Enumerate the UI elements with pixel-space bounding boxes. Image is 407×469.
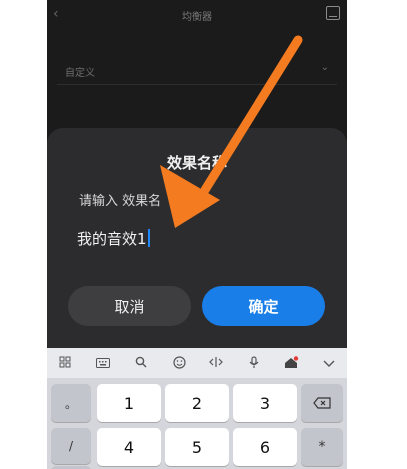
save-icon[interactable] xyxy=(326,6,340,20)
key-2[interactable]: 2 xyxy=(165,384,229,422)
cursor-icon[interactable] xyxy=(208,356,224,372)
key-6[interactable]: 6 xyxy=(233,428,297,466)
backspace-icon xyxy=(313,397,331,409)
input-value: 我的音效1 xyxy=(77,230,147,248)
top-bar: ‹ 均衡器 xyxy=(47,0,347,30)
mic-icon[interactable] xyxy=(246,356,262,372)
confirm-button[interactable]: 确定 xyxy=(202,286,325,326)
key-5[interactable]: 5 xyxy=(165,428,229,466)
key-4[interactable]: 4 xyxy=(97,428,161,466)
grid-icon[interactable] xyxy=(57,356,73,372)
backspace-key[interactable] xyxy=(301,384,343,422)
dialog-hint: 请输入 效果名 xyxy=(79,194,162,209)
effect-name-input[interactable]: 我的音效1 xyxy=(77,228,317,254)
cancel-button[interactable]: 取消 xyxy=(68,286,191,326)
keyboard-icon[interactable] xyxy=(95,356,111,372)
phone-screen: ‹ 均衡器 自定义 ⌄ 效果名称 请输入 效果名 我的音效1 取消 确定 。 1… xyxy=(47,0,347,469)
key-3[interactable]: 3 xyxy=(233,384,297,422)
page-title: 均衡器 xyxy=(182,12,212,23)
chevron-down-icon: ⌄ xyxy=(320,62,329,73)
key-period[interactable]: 。 xyxy=(51,384,91,422)
name-dialog: 效果名称 请输入 效果名 我的音效1 取消 确定 xyxy=(47,128,347,350)
search-icon[interactable] xyxy=(133,356,149,372)
dialog-title: 效果名称 xyxy=(166,154,227,172)
skin-icon[interactable] xyxy=(283,356,299,372)
keyboard-toolbar xyxy=(47,348,347,378)
key-asterisk[interactable]: * xyxy=(301,428,343,466)
preset-dropdown[interactable]: 自定义 ⌄ xyxy=(57,56,337,85)
keyboard: 。 1 2 3 / 4 5 6 * + xyxy=(47,348,347,469)
key-slash[interactable]: / xyxy=(51,428,91,464)
emoji-icon[interactable] xyxy=(171,356,187,372)
collapse-icon[interactable] xyxy=(321,356,337,372)
key-1[interactable]: 1 xyxy=(97,384,161,422)
text-caret xyxy=(147,229,150,247)
preset-label: 自定义 xyxy=(65,68,95,79)
